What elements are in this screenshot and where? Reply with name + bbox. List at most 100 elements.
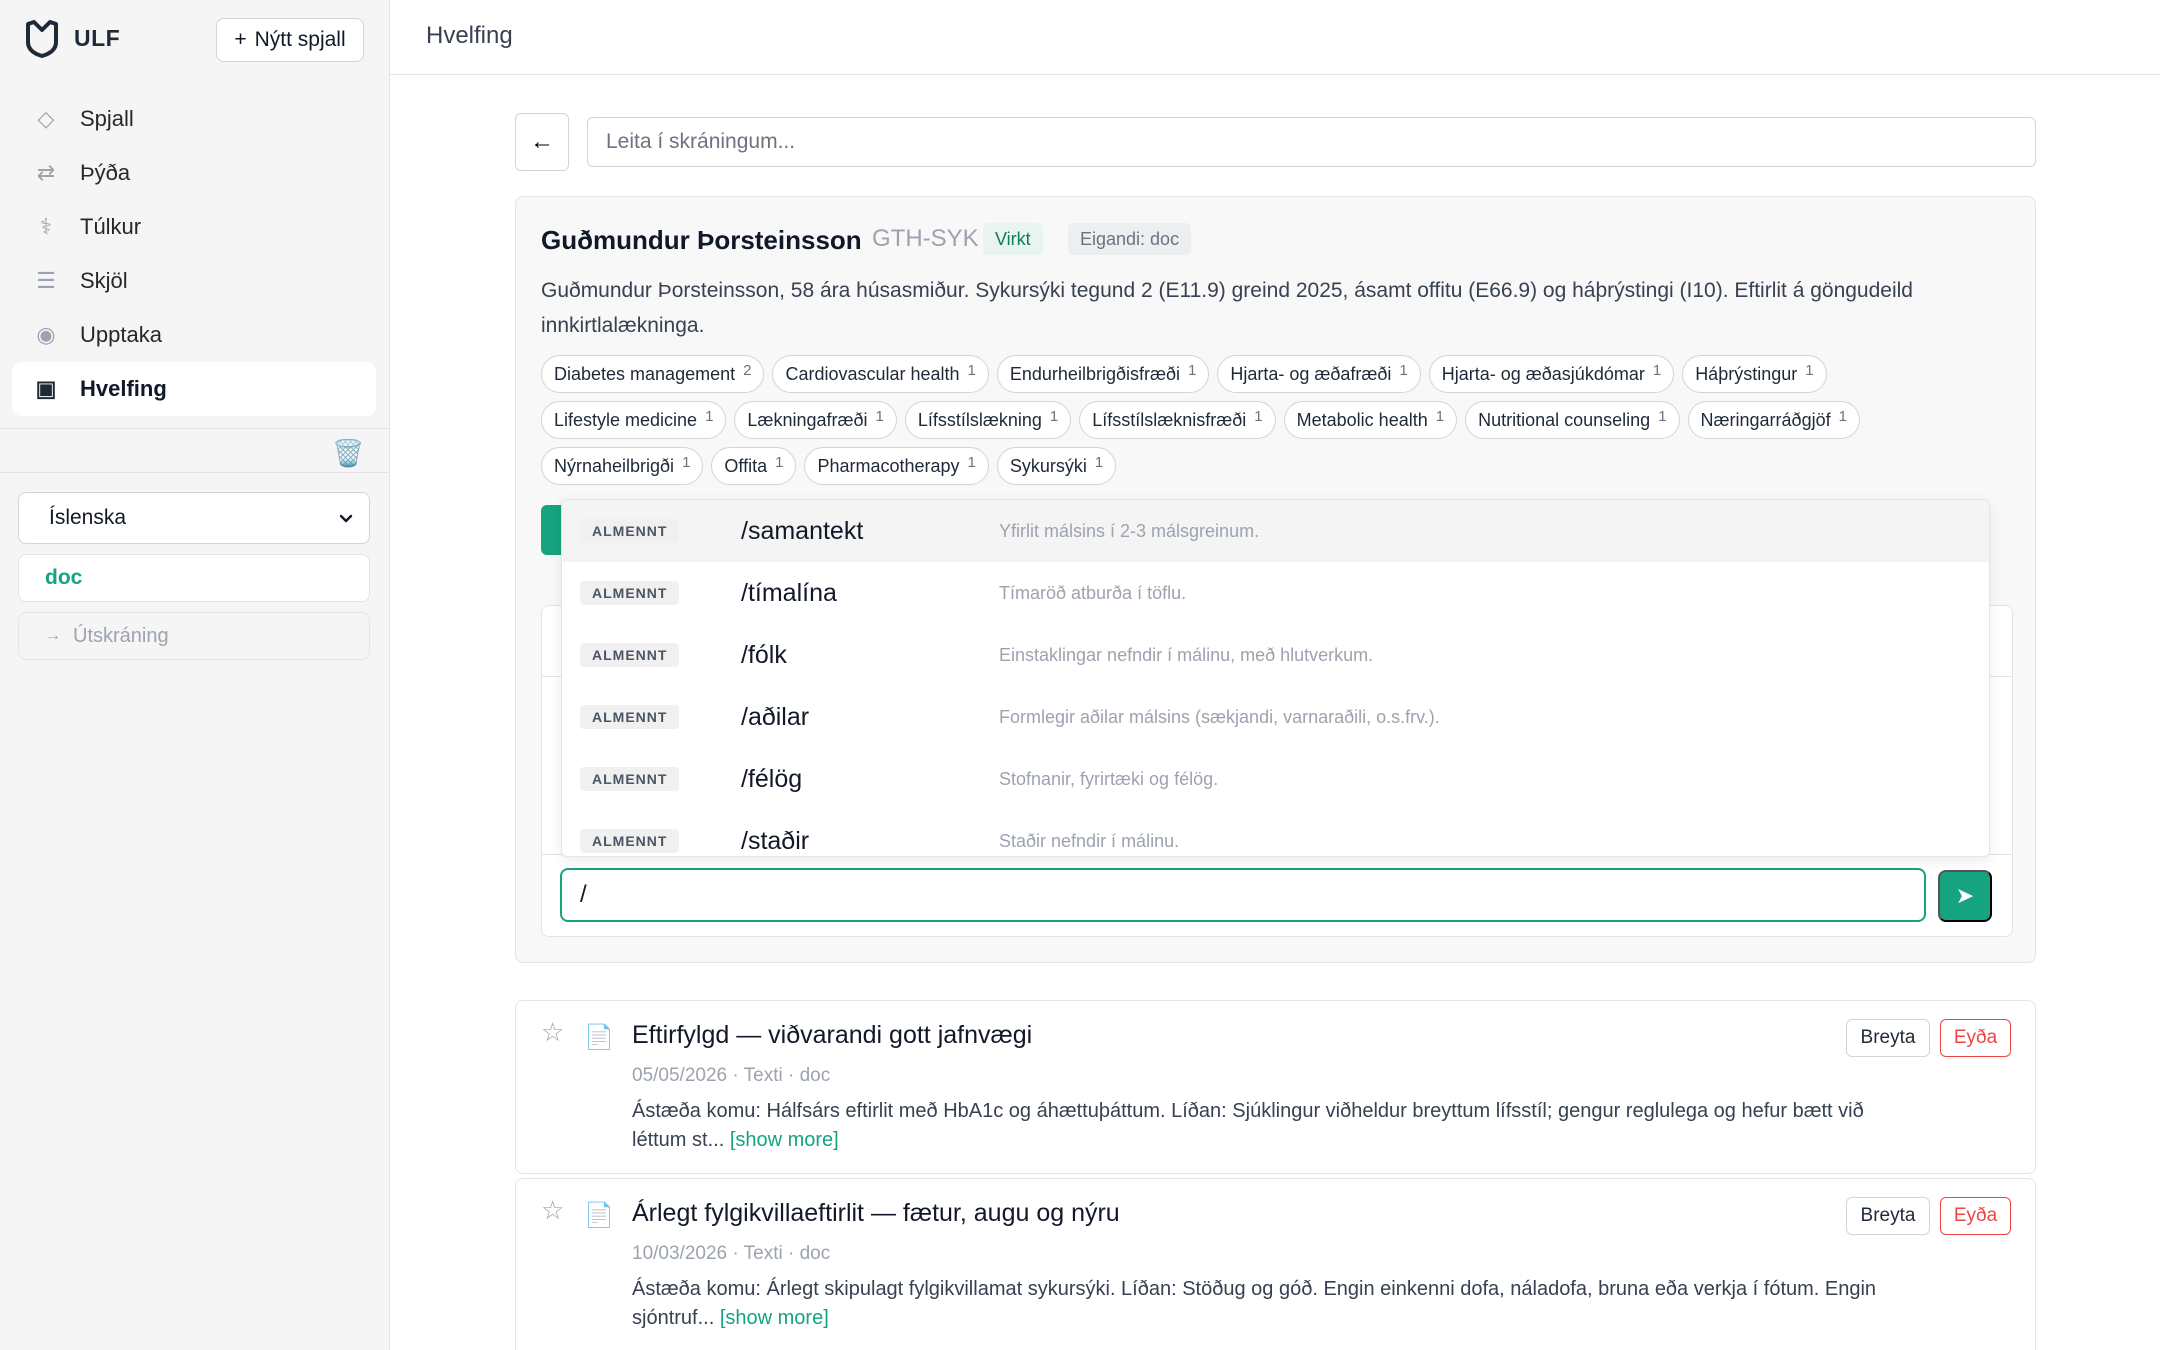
command-menu: ALMENNT /samantekt Yfirlit málsins í 2-3…	[561, 499, 1990, 857]
tag-count: 1	[1254, 407, 1263, 425]
tag-count: 1	[1658, 407, 1667, 425]
sidebar-divider	[0, 428, 389, 429]
tag-count: 1	[967, 453, 976, 471]
record-card: ☆ 📄 Árlegt fylgikvillaeftirlit — fætur, …	[515, 1178, 2036, 1350]
command-item[interactable]: ALMENNT /tímalína Tímaröð atburða í töfl…	[562, 562, 1989, 624]
tag[interactable]: Hjarta- og æðafræði 1	[1217, 355, 1421, 393]
tag[interactable]: Lækningafræði 1	[734, 401, 897, 439]
command-description: Tímaröð atburða í töflu.	[999, 582, 1187, 603]
edit-button[interactable]: Breyta	[1846, 1019, 1930, 1057]
show-more-link[interactable]: [show more]	[730, 1129, 839, 1151]
sidebar-item-label: Túlkur	[80, 214, 142, 239]
tag-row: Nýrnaheilbrigði 1 Offita 1 Pharmacotherapy…	[541, 447, 2011, 485]
command-item[interactable]: ALMENNT /aðilar Formlegir aðilar málsins…	[562, 686, 1989, 748]
record-body: Ástæða komu: Árlegt skipulagt fylgikvill…	[632, 1275, 1902, 1333]
command-name: /tímalína	[741, 578, 837, 607]
sidebar-item-skjol[interactable]: ☰ Skjöl	[12, 254, 376, 308]
logout-label: Útskráning	[73, 624, 169, 647]
new-chat-button[interactable]: + Nýtt spjall	[216, 18, 364, 62]
delete-button[interactable]: Eyða	[1940, 1019, 2011, 1057]
tag[interactable]: Diabetes management 2	[541, 355, 765, 393]
tag[interactable]: Lifestyle medicine 1	[541, 401, 727, 439]
sidebar-item-label: Upptaka	[80, 322, 162, 347]
owner-badge: Eigandi: doc	[1068, 223, 1192, 255]
sidebar-item-upptaka[interactable]: ◉ Upptaka	[12, 308, 376, 362]
sidebar-item-label: Spjall	[80, 106, 134, 131]
edit-button[interactable]: Breyta	[1846, 1197, 1930, 1235]
sidebar-item-thyda[interactable]: ⇄ Þýða	[12, 146, 376, 200]
tag[interactable]: Cardiovascular health 1	[772, 355, 989, 393]
back-button[interactable]: ←	[515, 113, 569, 171]
tag[interactable]: Sykursýki 1	[996, 447, 1117, 485]
command-name: /aðilar	[741, 702, 810, 731]
command-name: /félög	[741, 764, 803, 793]
status-badge: Virkt	[983, 223, 1043, 255]
swap-arrows-icon: ⇄	[36, 160, 56, 185]
trash-icon[interactable]: 🗑️	[332, 438, 364, 469]
list-icon: ☰	[36, 268, 56, 293]
tag-count: 1	[1652, 361, 1662, 379]
diamond-icon: ◇	[37, 106, 55, 131]
tag[interactable]: Offita 1	[711, 447, 797, 485]
tag[interactable]: Lífsstílslæknisfræði 1	[1079, 401, 1276, 439]
brand[interactable]: ULF	[22, 18, 120, 58]
record-title[interactable]: Árlegt fylgikvillaeftirlit — fætur, augu…	[632, 1199, 1120, 1228]
document-icon: 📄	[584, 1202, 614, 1229]
command-category: ALMENNT	[580, 767, 680, 791]
tag[interactable]: Háþrýstingur 1	[1682, 355, 1827, 393]
sidebar-item-hvelfing[interactable]: ▣ Hvelfing	[12, 362, 376, 416]
tag[interactable]: Metabolic health 1	[1283, 401, 1458, 439]
current-user: doc	[18, 554, 370, 602]
sidebar: ULF + Nýtt spjall ◇ Spjall ⇄ Þýða ⚕ Túlk…	[0, 0, 390, 1350]
tag-count: 1	[1094, 453, 1104, 471]
tag-count: 1	[1435, 407, 1445, 425]
tag[interactable]: Pharmacotherapy 1	[804, 447, 989, 485]
record-icon: ◉	[36, 322, 56, 347]
command-item[interactable]: ALMENNT /staðir Staðir nefndir í málinu.	[562, 810, 1989, 856]
sidebar-item-label: Hvelfing	[80, 376, 167, 401]
command-name: /samantekt	[741, 516, 864, 545]
brand-name: ULF	[74, 24, 121, 51]
sidebar-divider	[0, 472, 389, 473]
chevron-down-icon	[339, 514, 353, 523]
tag[interactable]: Lífsstílslækning 1	[904, 401, 1072, 439]
tag-count: 2	[743, 361, 752, 379]
tag[interactable]: Nutritional counseling 1	[1465, 401, 1680, 439]
language-select[interactable]: Íslenska	[18, 492, 370, 544]
sidebar-item-spjall[interactable]: ◇ Spjall	[12, 92, 376, 146]
command-description: Staðir nefndir í málinu.	[999, 830, 1180, 851]
record-meta: 10/03/2026 · Texti · doc	[632, 1243, 831, 1264]
record-title[interactable]: Eftirfylgd — viðvarandi gott jafnvægi	[632, 1021, 1032, 1050]
star-icon[interactable]: ☆	[541, 1017, 564, 1048]
tag-row: Lifestyle medicine 1 Lækningafræði 1 Lífss…	[541, 401, 2011, 439]
sidebar-item-label: Skjöl	[80, 268, 128, 293]
chat-input[interactable]: /	[560, 868, 1926, 922]
search-input[interactable]: Leita í skráningum...	[587, 117, 2036, 167]
tag-count: 1	[875, 407, 884, 425]
patient-id: GTH-SYK	[872, 225, 979, 252]
command-description: Stofnanir, fyrirtæki og félög.	[999, 768, 1219, 789]
plus-icon: +	[234, 28, 247, 51]
tag[interactable]: Endurheilbrigðisfræði 1	[996, 355, 1210, 393]
send-icon: ➤	[1955, 883, 1975, 908]
send-button[interactable]: ➤	[1938, 870, 1992, 922]
document-icon: 📄	[584, 1024, 614, 1051]
tag[interactable]: Næringarráðgjöf 1	[1687, 401, 1860, 439]
logout-button[interactable]: → Útskráning	[18, 612, 370, 660]
show-more-link[interactable]: [show more]	[720, 1307, 829, 1329]
logout-arrow-icon: →	[45, 627, 61, 644]
sidebar-item-tulkur[interactable]: ⚕ Túlkur	[12, 200, 376, 254]
command-item[interactable]: ALMENNT /samantekt Yfirlit málsins í 2-3…	[562, 500, 1989, 562]
command-category: ALMENNT	[580, 643, 680, 667]
sidebar-item-label: Þýða	[80, 160, 131, 185]
command-item[interactable]: ALMENNT /fólk Einstaklingar nefndir í má…	[562, 624, 1989, 686]
command-item[interactable]: ALMENNT /félög Stofnanir, fyrirtæki og f…	[562, 748, 1989, 810]
vault-icon: ▣	[35, 376, 57, 401]
tag-count: 1	[775, 453, 784, 471]
star-icon[interactable]: ☆	[541, 1195, 564, 1226]
tag[interactable]: Nýrnaheilbrigði 1	[541, 447, 704, 485]
delete-button[interactable]: Eyða	[1940, 1197, 2011, 1235]
tag[interactable]: Hjarta- og æðasjúkdómar 1	[1428, 355, 1675, 393]
language-value: Íslenska	[49, 506, 127, 529]
tag-count: 1	[705, 407, 714, 425]
